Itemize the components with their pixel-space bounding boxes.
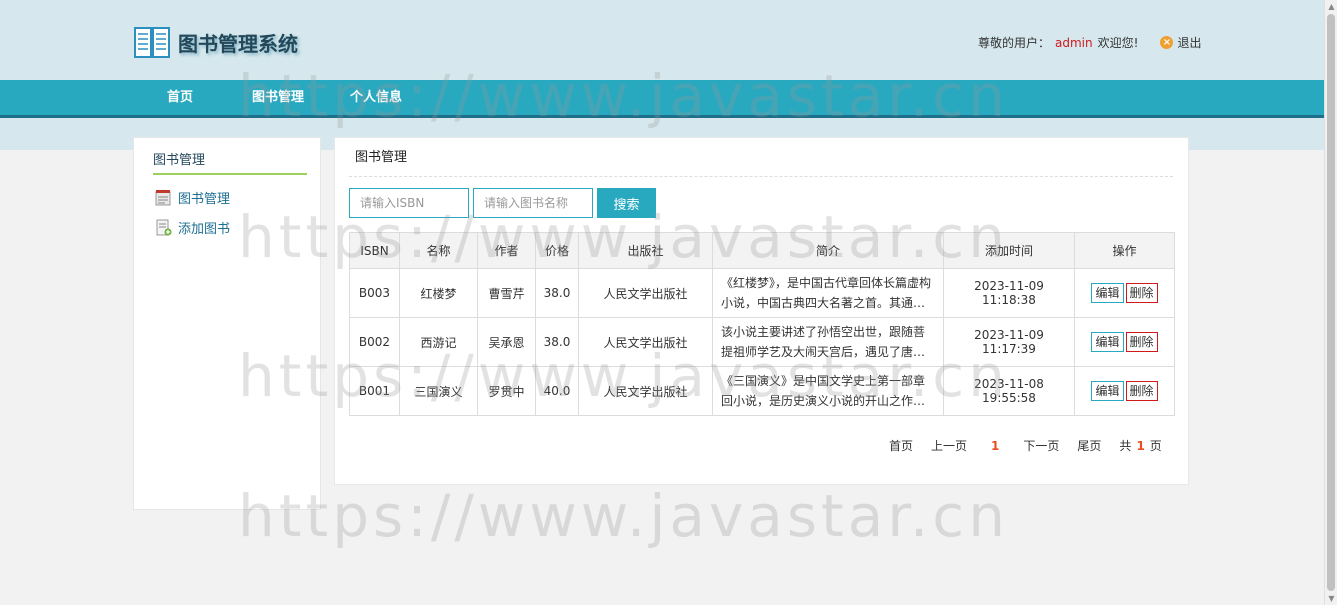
pager-next[interactable]: 下一页: [1023, 437, 1059, 454]
user-greeting: 尊敬的用户： admin 欢迎您! × 退出: [978, 34, 1201, 51]
nav-item-personal-info[interactable]: 个人信息: [350, 80, 402, 115]
cell-added-time: 2023-11-08 19:55:58: [943, 366, 1075, 416]
sidebar-item-book-management[interactable]: 图书管理: [155, 188, 230, 207]
sidebar: 图书管理 图书管理 添加图书: [133, 137, 321, 510]
pager-prev[interactable]: 上一页: [931, 437, 967, 454]
sidebar-item-label: 图书管理: [178, 192, 231, 207]
search-button[interactable]: 搜索: [597, 188, 656, 218]
cell-description: 《红楼梦》，是中国古代章回体长篇虚构小说，中国古典四大名著之首。其通行…: [712, 268, 944, 318]
page-title: 图书管理: [349, 148, 1173, 177]
table-row: B001 三国演义 罗贯中 40.0 人民文学出版社 《三国演义》是中国文学史上…: [349, 366, 1175, 416]
cell-isbn: B003: [349, 268, 400, 318]
table-row: B002 西游记 吴承恩 38.0 人民文学出版社 该小说主要讲述了孙悟空出世，…: [349, 317, 1175, 367]
add-book-icon: [156, 219, 172, 236]
scroll-down-arrow-icon[interactable]: ▼: [1327, 594, 1336, 603]
scroll-up-arrow-icon[interactable]: ▲: [1327, 2, 1336, 11]
sidebar-title: 图书管理: [153, 149, 307, 175]
pager-total: 共1页: [1119, 437, 1161, 454]
cell-price: 38.0: [535, 317, 579, 367]
isbn-search-input[interactable]: [349, 188, 469, 218]
book-list-icon: [155, 190, 171, 206]
table-row: B003 红楼梦 曹雪芹 38.0 人民文学出版社 《红楼梦》，是中国古代章回体…: [349, 268, 1175, 318]
logo: 图书管理系统: [134, 24, 298, 60]
pager-first[interactable]: 首页: [889, 437, 913, 454]
column-header: 出版社: [578, 232, 713, 269]
cell-author: 吴承恩: [477, 317, 536, 367]
cell-author: 曹雪芹: [477, 268, 536, 318]
column-header: 价格: [535, 232, 579, 269]
cell-added-time: 2023-11-09 11:17:39: [943, 317, 1075, 367]
cell-publisher: 人民文学出版社: [578, 317, 713, 367]
cell-price: 38.0: [535, 268, 579, 318]
column-header: ISBN: [349, 232, 400, 269]
description-text: 《三国演义》是中国文学史上第一部章回小说，是历史演义小说的开山之作，也…: [721, 374, 926, 408]
pager-total-suffix: 页: [1149, 439, 1162, 453]
cell-actions: 编辑 删除: [1074, 366, 1175, 416]
edit-button[interactable]: 编辑: [1091, 332, 1124, 352]
main-panel: 图书管理 搜索 ISBN 名称 作者 价格 出版社 简介 添加时间 操作 B00…: [334, 137, 1189, 485]
cell-isbn: B001: [349, 366, 400, 416]
username: admin: [1055, 35, 1093, 50]
greeting-suffix: 欢迎您!: [1097, 36, 1139, 50]
cell-description: 该小说主要讲述了孙悟空出世，跟随菩提祖师学艺及大闹天宫后，遇见了唐僧、…: [712, 317, 944, 367]
book-name-search-input[interactable]: [473, 188, 593, 218]
sidebar-item-add-book[interactable]: 添加图书: [155, 218, 230, 237]
logout-label: 退出: [1177, 36, 1202, 50]
delete-button[interactable]: 删除: [1125, 381, 1158, 401]
books-table: ISBN 名称 作者 价格 出版社 简介 添加时间 操作 B003 红楼梦 曹雪…: [349, 232, 1175, 416]
column-header: 添加时间: [943, 232, 1075, 269]
cell-isbn: B002: [349, 317, 400, 367]
logout-button[interactable]: × 退出: [1160, 34, 1201, 51]
cell-publisher: 人民文学出版社: [578, 366, 713, 416]
nav-item-home[interactable]: 首页: [167, 80, 193, 115]
nav-item-book-management[interactable]: 图书管理: [252, 80, 304, 115]
open-book-icon: [134, 27, 170, 58]
cell-publisher: 人民文学出版社: [578, 268, 713, 318]
cell-name: 红楼梦: [399, 268, 478, 318]
cell-actions: 编辑 删除: [1074, 317, 1175, 367]
table-header-row: ISBN 名称 作者 价格 出版社 简介 添加时间 操作: [349, 232, 1175, 269]
search-bar: 搜索: [349, 188, 656, 218]
main-nav: 首页 图书管理 个人信息: [0, 80, 1324, 118]
column-header: 操作: [1074, 232, 1175, 269]
delete-button[interactable]: 删除: [1125, 283, 1158, 303]
pager-last[interactable]: 尾页: [1077, 437, 1101, 454]
sidebar-item-label: 添加图书: [178, 222, 231, 237]
page-scrollbar[interactable]: ▲ ▼: [1324, 0, 1337, 605]
edit-button[interactable]: 编辑: [1091, 283, 1124, 303]
pagination: 首页 上一页 1 下一页 尾页 共1页: [889, 437, 1162, 454]
column-header: 名称: [399, 232, 478, 269]
cell-actions: 编辑 删除: [1074, 268, 1175, 318]
cell-name: 三国演义: [399, 366, 478, 416]
column-header: 简介: [712, 232, 944, 269]
description-text: 该小说主要讲述了孙悟空出世，跟随菩提祖师学艺及大闹天宫后，遇见了唐僧、…: [721, 325, 926, 359]
app-title: 图书管理系统: [178, 31, 298, 56]
cell-added-time: 2023-11-09 11:18:38: [943, 268, 1075, 318]
greeting-prefix: 尊敬的用户：: [978, 36, 1051, 50]
cell-price: 40.0: [535, 366, 579, 416]
column-header: 作者: [477, 232, 536, 269]
pager-total-pages: 1: [1136, 439, 1145, 453]
close-circle-icon: ×: [1160, 36, 1174, 49]
header: 图书管理系统 尊敬的用户： admin 欢迎您! × 退出: [0, 0, 1324, 80]
cell-description: 《三国演义》是中国文学史上第一部章回小说，是历史演义小说的开山之作，也…: [712, 366, 944, 416]
cell-author: 罗贯中: [477, 366, 536, 416]
scroll-thumb[interactable]: [1327, 14, 1335, 591]
watermark: https://www.javastar.cn: [238, 482, 1009, 550]
pager-current-page[interactable]: 1: [991, 439, 999, 453]
edit-button[interactable]: 编辑: [1091, 381, 1124, 401]
description-text: 《红楼梦》，是中国古代章回体长篇虚构小说，中国古典四大名著之首。其通行…: [721, 276, 932, 310]
cell-name: 西游记: [399, 317, 478, 367]
pager-total-prefix: 共: [1119, 439, 1132, 453]
delete-button[interactable]: 删除: [1125, 332, 1158, 352]
